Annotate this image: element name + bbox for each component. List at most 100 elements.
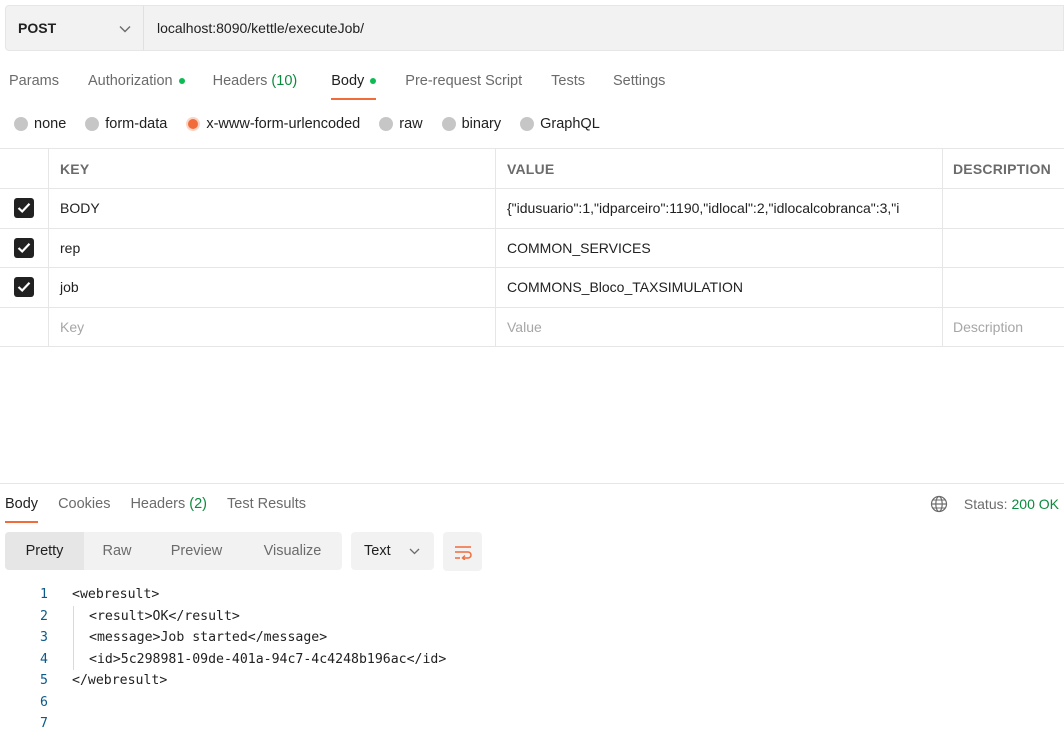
view-pretty[interactable]: Pretty [5, 532, 84, 570]
tab-label: Headers [130, 496, 186, 512]
tab-body[interactable]: Body [331, 62, 377, 100]
check-cell [0, 189, 49, 228]
table-row: job COMMONS_Bloco_TAXSIMULATION [0, 268, 1064, 308]
radio-label: GraphQL [540, 116, 600, 132]
radio-icon [441, 117, 456, 131]
code-line: 3 <message>Job started</message> [0, 627, 1064, 649]
tab-label: Params [9, 73, 59, 89]
row-checkbox[interactable] [14, 198, 34, 219]
code-line: 5 </webresult> [0, 670, 1064, 692]
status-dot-icon [370, 78, 377, 84]
status-value[interactable]: 200 OK [1012, 496, 1059, 512]
radio-icon [85, 117, 100, 131]
row-description[interactable] [943, 229, 1064, 268]
response-code-viewer[interactable]: 1 <webresult> 2 <result>OK</result> 3 <m… [0, 584, 1064, 735]
row-key[interactable]: BODY [49, 189, 496, 228]
method-label: POST [18, 20, 57, 36]
header-check-cell [0, 149, 49, 188]
row-description[interactable] [943, 268, 1064, 307]
response-tab-body[interactable]: Body [5, 485, 39, 523]
radio-label: raw [399, 116, 423, 132]
radio-raw[interactable]: raw [379, 116, 423, 132]
tab-label: Body [5, 496, 39, 512]
chevron-down-icon [119, 20, 131, 36]
new-key-input[interactable]: Key [49, 307, 496, 346]
row-key[interactable]: job [49, 268, 496, 307]
tab-authorization[interactable]: Authorization [88, 62, 185, 100]
row-checkbox[interactable] [14, 277, 34, 298]
status-label: Status: [963, 496, 1008, 512]
checkmark-icon [17, 203, 31, 214]
tab-label: Body [331, 73, 365, 89]
view-visualize[interactable]: Visualize [243, 532, 342, 570]
response-divider [0, 483, 1064, 484]
row-description[interactable] [943, 189, 1064, 228]
response-tab-test-results[interactable]: Test Results [227, 485, 306, 523]
method-select[interactable]: POST [6, 6, 144, 50]
radio-icon [14, 117, 28, 131]
row-value[interactable]: COMMONS_Bloco_TAXSIMULATION [496, 268, 943, 307]
radio-icon [520, 117, 535, 131]
row-key[interactable]: rep [49, 228, 496, 267]
globe-icon[interactable] [930, 495, 948, 513]
tab-label: Settings [612, 73, 666, 89]
tab-label: Pre-request Script [405, 73, 523, 89]
tab-count: (2) [189, 496, 207, 512]
wrap-lines-button[interactable] [443, 532, 482, 571]
checkmark-icon [17, 282, 31, 293]
radio-label: x-www-form-urlencoded [206, 116, 361, 132]
new-value-input[interactable]: Value [496, 307, 943, 346]
view-raw[interactable]: Raw [84, 532, 150, 570]
line-number: 7 [40, 716, 48, 732]
new-description-input[interactable]: Description [943, 308, 1064, 347]
checkmark-icon [17, 242, 31, 253]
line-number: 3 [40, 630, 48, 646]
radio-form-data[interactable]: form-data [85, 116, 167, 132]
code-text: <webresult> [72, 587, 160, 603]
radio-none[interactable]: none [14, 116, 66, 132]
request-url-bar: POST localhost:8090/kettle/executeJob/ [5, 5, 1064, 51]
body-type-options: none form-data x-www-form-urlencoded raw… [14, 113, 619, 135]
line-number: 4 [40, 651, 48, 667]
radio-checked-icon [186, 117, 201, 131]
code-text: </webresult> [72, 673, 168, 689]
radio-binary[interactable]: binary [441, 116, 502, 132]
check-cell [0, 268, 49, 307]
radio-x-www-form-urlencoded[interactable]: x-www-form-urlencoded [186, 116, 360, 132]
tab-tests[interactable]: Tests [551, 62, 585, 100]
radio-graphql[interactable]: GraphQL [520, 116, 600, 132]
row-value[interactable]: COMMON_SERVICES [496, 228, 943, 267]
view-preview[interactable]: Preview [150, 532, 243, 570]
check-cell [0, 307, 49, 346]
format-select[interactable]: Text [351, 532, 434, 570]
table-header-row: KEY VALUE DESCRIPTION [0, 149, 1064, 189]
response-tab-cookies[interactable]: Cookies [58, 485, 110, 523]
status-dot-icon [178, 78, 185, 84]
radio-icon [379, 117, 394, 131]
wrap-lines-icon [454, 545, 472, 560]
table-row: BODY {"idusuario":1,"idparceiro":1190,"i… [0, 189, 1064, 229]
code-line: 7 [0, 713, 1064, 735]
indent-guide [73, 648, 74, 670]
new-row: Key Value Description [0, 307, 1064, 347]
code-text: <result>OK</result> [89, 608, 240, 624]
chevron-down-icon [409, 548, 420, 555]
radio-label: form-data [105, 116, 168, 132]
tab-params[interactable]: Params [9, 62, 59, 100]
tab-label: Headers [212, 73, 268, 89]
row-value[interactable]: {"idusuario":1,"idparceiro":1190,"idloca… [496, 189, 943, 228]
tab-label: Test Results [227, 496, 306, 512]
response-tab-headers[interactable]: Headers (2) [130, 485, 207, 523]
tab-pre-request-script[interactable]: Pre-request Script [405, 62, 522, 100]
tab-headers[interactable]: Headers (10) [213, 62, 298, 100]
tab-label: Cookies [58, 496, 111, 512]
radio-label: binary [461, 116, 502, 132]
url-input[interactable]: localhost:8090/kettle/executeJob/ [144, 6, 1063, 50]
row-checkbox[interactable] [14, 237, 34, 258]
tab-settings[interactable]: Settings [613, 62, 665, 100]
format-label: Text [364, 543, 391, 559]
header-description: DESCRIPTION [953, 160, 1051, 177]
code-line: 1 <webresult> [0, 584, 1064, 606]
tab-label: Authorization [87, 73, 173, 89]
tab-count: (10) [271, 73, 298, 89]
